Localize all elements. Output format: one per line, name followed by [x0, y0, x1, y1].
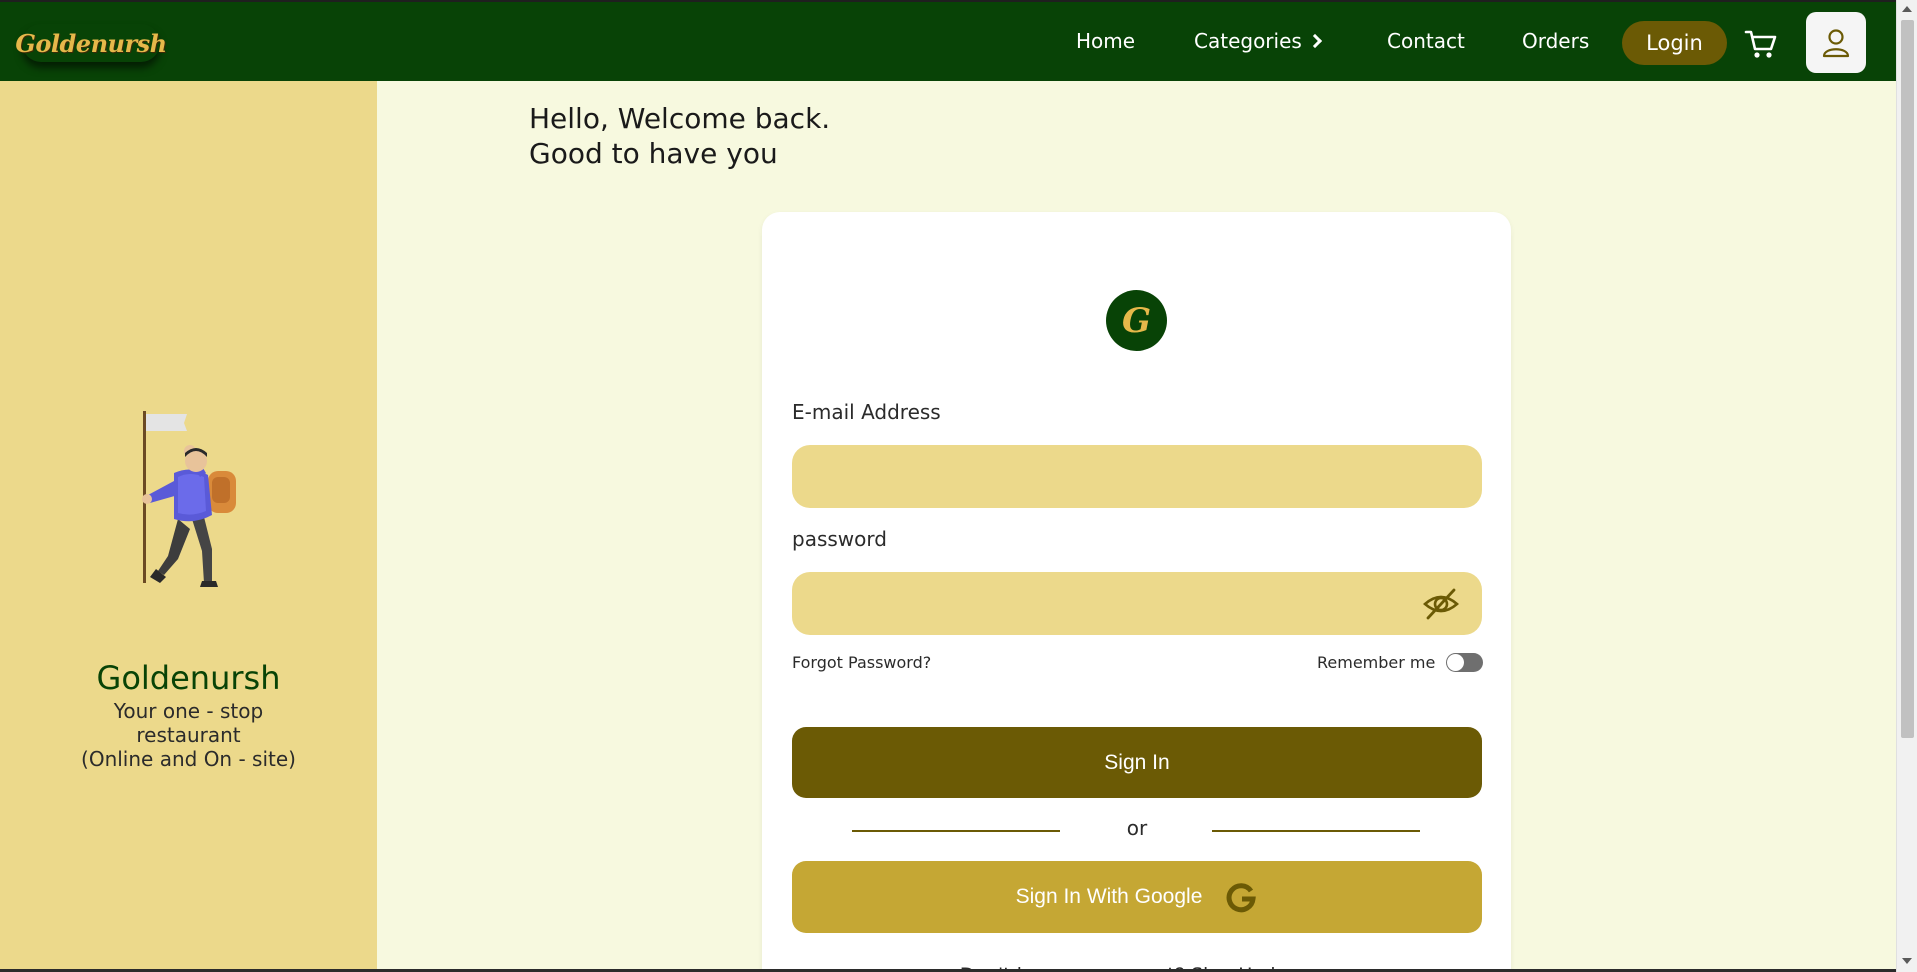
google-sign-in-button[interactable]: Sign In With Google [792, 861, 1482, 933]
nav-orders-link[interactable]: Orders [1522, 29, 1589, 53]
scroll-up-arrow-icon[interactable] [1902, 6, 1912, 12]
password-field[interactable] [792, 572, 1482, 635]
toggle-knob [1447, 654, 1464, 671]
user-icon [1822, 28, 1850, 57]
password-label: password [792, 527, 887, 551]
chevron-right-icon [1307, 33, 1322, 49]
login-card: G E-mail Address password Forgot Passwor… [762, 212, 1511, 972]
scroll-down-arrow-icon[interactable] [1902, 958, 1912, 964]
sidebar-tagline: Your one - stop restaurant (Online and O… [0, 699, 377, 771]
greeting-line-2: Good to have you [529, 137, 778, 170]
sign-in-button[interactable]: Sign In [792, 727, 1482, 798]
tagline-line-2: restaurant [136, 723, 241, 747]
nav-contact-link[interactable]: Contact [1387, 29, 1465, 53]
email-field[interactable] [792, 445, 1482, 508]
cart-icon[interactable] [1744, 28, 1778, 60]
forgot-password-link[interactable]: Forgot Password? [792, 653, 931, 672]
page: Goldenursh Home Categories Contact Order… [0, 0, 1896, 972]
google-icon [1226, 883, 1257, 913]
tagline-line-1: Your one - stop [113, 699, 264, 723]
brand-name: Goldenursh [15, 28, 167, 58]
nav-home-link[interactable]: Home [1076, 29, 1135, 53]
brand-logo[interactable]: Goldenursh [15, 24, 167, 62]
remember-me-label: Remember me [1317, 653, 1436, 672]
divider-left [852, 830, 1060, 832]
or-divider-text: or [1126, 816, 1148, 840]
profile-button[interactable] [1806, 12, 1866, 73]
nav-categories-link[interactable]: Categories [1194, 29, 1322, 53]
divider-right [1212, 830, 1420, 832]
top-navbar: Goldenursh Home Categories Contact Order… [0, 0, 1896, 81]
eye-off-icon[interactable] [1422, 586, 1460, 622]
google-button-label: Sign In With Google [1015, 885, 1203, 908]
remember-me-toggle[interactable] [1446, 653, 1483, 672]
welcome-sidebar: Goldenursh Your one - stop restaurant (O… [0, 81, 377, 972]
email-label: E-mail Address [792, 400, 941, 424]
sidebar-title: Goldenursh [96, 659, 281, 697]
tagline-line-3: (Online and On - site) [81, 747, 296, 771]
login-button[interactable]: Login [1622, 21, 1727, 65]
hiker-illustration [142, 411, 236, 587]
greeting-line-1: Hello, Welcome back. [529, 102, 831, 135]
brand-badge: G [1106, 290, 1167, 351]
welcome-greeting: Hello, Welcome back. Good to have you [529, 101, 830, 171]
nav-categories-label: Categories [1194, 29, 1302, 53]
scroll-thumb[interactable] [1901, 20, 1914, 738]
page-scrollbar[interactable] [1896, 0, 1917, 972]
